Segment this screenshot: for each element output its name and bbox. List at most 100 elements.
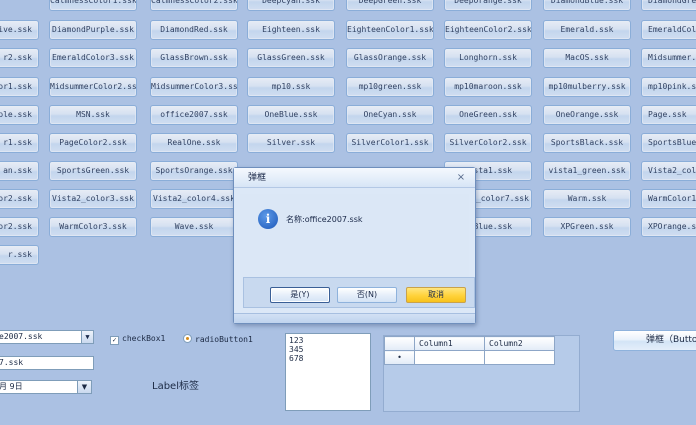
radio-button-1[interactable]: radioButton1	[183, 334, 253, 344]
skin-button[interactable]: CalmnessColor2.ssk	[150, 0, 238, 11]
skin-button[interactable]: EmeraldColor3.ssk	[49, 48, 137, 68]
skin-button[interactable]: OneBlue.ssk	[247, 105, 335, 125]
skin-button[interactable]: WarmColor1.ssk	[641, 189, 696, 209]
skin-button[interactable]: ple.ssk	[0, 105, 39, 125]
list-item[interactable]: 345	[289, 345, 367, 354]
skin-button[interactable]: DiamondGreen.ssk	[641, 0, 696, 11]
skin-button[interactable]: office2007.ssk	[150, 105, 238, 125]
skin-button[interactable]: or2.ssk	[0, 217, 39, 237]
grid-cell[interactable]	[414, 350, 485, 365]
skin-button[interactable]: OneOrange.ssk	[543, 105, 631, 125]
skin-button[interactable]: SportsGreen.ssk	[49, 161, 137, 181]
skin-textbox[interactable]: 7.ssk	[0, 356, 94, 370]
skin-button[interactable]: r.ssk	[0, 245, 39, 265]
date-value: 月 9日	[0, 382, 23, 391]
skin-button[interactable]: or2.ssk	[0, 189, 39, 209]
skin-button[interactable]: XPOrange.ssk	[641, 217, 696, 237]
skin-button[interactable]: Vista2_color4.ssk	[150, 189, 238, 209]
dialog-button-bar: 是(Y) 否(N) 取消	[243, 277, 475, 308]
skin-button[interactable]: MidsummerColor2.ssk	[49, 77, 137, 97]
close-icon[interactable]: ×	[455, 171, 467, 184]
skin-button[interactable]: GlassBrown.ssk	[150, 48, 238, 68]
skin-button[interactable]: MacOS.ssk	[543, 48, 631, 68]
checkbox-1[interactable]: ✓ checkBox1	[110, 334, 165, 345]
skin-button[interactable]: DeepGreen.ssk	[346, 0, 434, 11]
skin-button[interactable]: Page.ssk	[641, 105, 696, 125]
skin-button[interactable]: an.ssk	[0, 161, 39, 181]
skin-button[interactable]: EighteenColor2.ssk	[444, 20, 532, 40]
list-item[interactable]: 678	[289, 354, 367, 363]
skin-button[interactable]: PageColor2.ssk	[49, 133, 137, 153]
label-text: Label标签	[152, 381, 199, 392]
skin-button[interactable]: WarmColor3.ssk	[49, 217, 137, 237]
skin-button[interactable]: CalmnessColor1.ssk	[49, 0, 137, 11]
skin-button[interactable]: mp10pink.ssk	[641, 77, 696, 97]
popup-button[interactable]: 弹框（Button1）	[613, 330, 696, 351]
skin-button[interactable]: mp10maroon.ssk	[444, 77, 532, 97]
skin-button[interactable]: olor1.ssk	[0, 77, 39, 97]
skin-button[interactable]: EmeraldColor1.ssk	[641, 20, 696, 40]
radio-label: radioButton1	[195, 335, 253, 344]
yes-button[interactable]: 是(Y)	[270, 287, 330, 303]
skin-button[interactable]: r1.ssk	[0, 133, 39, 153]
skin-button[interactable]: DeepCyan.ssk	[247, 0, 335, 11]
grid-cell[interactable]	[484, 350, 555, 365]
skin-button[interactable]: SilverColor2.ssk	[444, 133, 532, 153]
skin-button[interactable]: MSN.ssk	[49, 105, 137, 125]
skin-button[interactable]: Eighteen.ssk	[247, 20, 335, 40]
skin-button[interactable]: Silver.ssk	[247, 133, 335, 153]
cancel-button[interactable]: 取消	[406, 287, 466, 303]
skin-button[interactable]: OneGreen.ssk	[444, 105, 532, 125]
table-row[interactable]: •	[384, 350, 555, 365]
chevron-down-icon[interactable]: ▼	[81, 331, 93, 343]
skin-combobox[interactable]: e2007.ssk ▼	[0, 330, 94, 344]
skin-button[interactable]: EighteenColor1.ssk	[346, 20, 434, 40]
skin-button[interactable]: SilverColor1.ssk	[346, 133, 434, 153]
skin-button[interactable]: Midsummer.ssk	[641, 48, 696, 68]
skin-button[interactable]: GlassGreen.ssk	[247, 48, 335, 68]
list-box[interactable]: 123 345 678	[285, 333, 371, 411]
skin-button[interactable]: mp10green.ssk	[346, 77, 434, 97]
skin-button[interactable]: DiamondRed.ssk	[150, 20, 238, 40]
chevron-down-icon[interactable]: ▼	[77, 381, 91, 393]
no-button[interactable]: 否(N)	[337, 287, 397, 303]
skin-button[interactable]: mp10.ssk	[247, 77, 335, 97]
grid-row-header[interactable]: •	[384, 350, 415, 365]
skin-button[interactable]: GlassOrange.ssk	[346, 48, 434, 68]
skin-button[interactable]: OneCyan.ssk	[346, 105, 434, 125]
skin-button[interactable]: ive.ssk	[0, 20, 39, 40]
skin-button[interactable]: DeepOrange.ssk	[444, 0, 532, 11]
skin-button[interactable]: SportsBlack.ssk	[543, 133, 631, 153]
skin-button[interactable]: Longhorn.ssk	[444, 48, 532, 68]
checkbox-check-icon[interactable]: ✓	[110, 336, 119, 345]
data-grid-panel: Column1 Column2 •	[383, 335, 580, 412]
list-item[interactable]: 123	[289, 336, 367, 345]
dialog-footer	[234, 313, 475, 323]
grid-corner-cell[interactable]	[384, 336, 415, 351]
skin-button[interactable]: DiamondPurple.ssk	[49, 20, 137, 40]
info-icon: i	[258, 209, 278, 229]
skin-button[interactable]: Warm.ssk	[543, 189, 631, 209]
date-picker[interactable]: 月 9日 ▼	[0, 380, 92, 394]
skin-button[interactable]: mp10mulberry.ssk	[543, 77, 631, 97]
grid-column-header[interactable]: Column1	[414, 336, 485, 351]
skin-button[interactable]: Emerald.ssk	[543, 20, 631, 40]
grid-column-header[interactable]: Column2	[484, 336, 555, 351]
skin-button[interactable]: SportsBlue.ssk	[641, 133, 696, 153]
skin-button[interactable]: SportsOrange.ssk	[150, 161, 238, 181]
data-grid[interactable]: Column1 Column2 •	[384, 336, 555, 365]
skin-button[interactable]: vista1_green.ssk	[543, 161, 631, 181]
skin-button[interactable]: RealOne.ssk	[150, 133, 238, 153]
skin-button[interactable]: Vista2_color3.ssk	[49, 189, 137, 209]
dialog-message: 名称:office2007.ssk	[286, 215, 363, 224]
message-dialog: 弹框 × i 名称:office2007.ssk 是(Y) 否(N) 取消	[233, 167, 476, 324]
checkbox-label: checkBox1	[122, 334, 166, 343]
skin-button[interactable]: r2.ssk	[0, 48, 39, 68]
radio-dot-icon[interactable]	[183, 334, 192, 343]
dialog-title-bar[interactable]: 弹框	[234, 168, 475, 188]
skin-button[interactable]: XPGreen.ssk	[543, 217, 631, 237]
skin-button[interactable]: DiamondBlue.ssk	[543, 0, 631, 11]
skin-button[interactable]: Vista2_color1.ssk	[641, 161, 696, 181]
skin-button[interactable]: Wave.ssk	[150, 217, 238, 237]
skin-button[interactable]: MidsummerColor3.ssk	[150, 77, 238, 97]
